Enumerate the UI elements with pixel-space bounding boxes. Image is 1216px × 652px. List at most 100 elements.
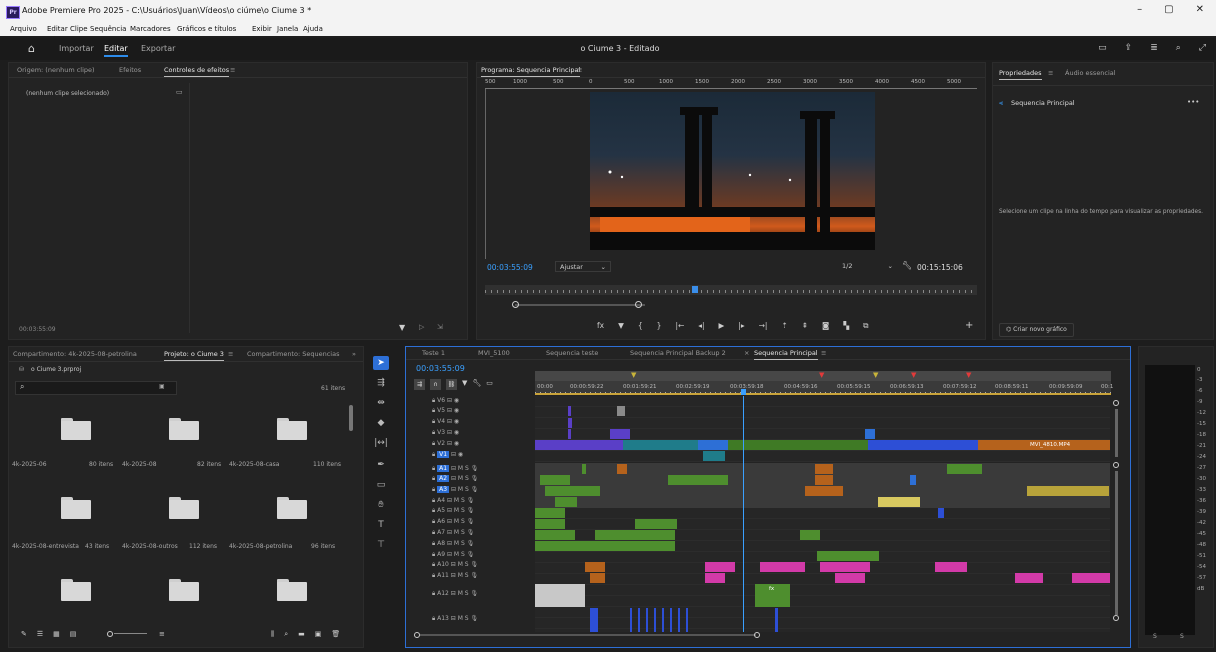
captions-icon[interactable]: ▭ <box>486 379 493 390</box>
audio-clip[interactable] <box>535 519 565 529</box>
find-icon[interactable]: ⌕ <box>284 630 288 639</box>
audio-clip[interactable] <box>540 475 570 485</box>
tab-program[interactable]: Programa: Sequencia Principal <box>481 66 581 77</box>
sort-icon[interactable]: ≡ <box>159 630 165 638</box>
zoom-scroll-bar[interactable] <box>485 301 665 309</box>
audio-clip[interactable] <box>835 573 865 583</box>
program-timecode[interactable]: 00:03:55:09 <box>487 263 533 272</box>
audio-clip[interactable] <box>595 530 675 540</box>
maximize-button[interactable]: ▢ <box>1164 4 1173 15</box>
audio-clip[interactable] <box>705 562 735 572</box>
nest-icon[interactable]: ⇶ <box>414 379 425 390</box>
compare-icon[interactable]: ▚ <box>843 321 849 331</box>
menu-exibir[interactable]: Exibir <box>252 25 272 33</box>
close-tab-icon[interactable]: × <box>744 349 749 357</box>
vertical-zoom-handle[interactable] <box>1113 615 1119 621</box>
audio-clip[interactable] <box>817 551 879 561</box>
track-header-a9[interactable]: 🔒︎ A9 ⊟ M S 🎙︎ <box>408 551 535 559</box>
audio-clip[interactable] <box>1072 573 1110 583</box>
track-header-a11[interactable]: 🔒︎ A11 ⊟ M S 🎙︎ <box>408 572 535 580</box>
audio-clip[interactable] <box>1027 486 1109 496</box>
new-graphic-button[interactable]: ⌬ Criar novo gráfico <box>999 323 1074 337</box>
folder-icon[interactable] <box>61 497 91 519</box>
icon-view-icon[interactable]: ▦ <box>53 630 60 638</box>
play-audio-icon[interactable]: ▷ <box>419 323 424 331</box>
tab-source[interactable]: Origem: (nenhum clipe) <box>17 66 95 74</box>
captions-tool-icon[interactable]: ⊤ <box>373 538 389 552</box>
add-marker-icon[interactable]: ▼ <box>618 321 624 331</box>
wrench-icon[interactable]: 🔧︎ <box>472 379 481 390</box>
audio-clip[interactable] <box>1015 573 1043 583</box>
timeline-menu-icon[interactable]: ≡ <box>821 349 826 357</box>
track-header-a6[interactable]: 🔒︎ A6 ⊟ M S 🎙︎ <box>408 518 535 526</box>
selection-tool-icon[interactable]: ➤ <box>373 356 389 370</box>
track-header-a4[interactable]: 🔒︎ A4 ⊟ M S 🎙︎ <box>408 497 535 505</box>
play-icon[interactable]: ▶ <box>719 321 725 331</box>
playback-scrub-bar[interactable] <box>485 285 977 295</box>
settings-wrench-icon[interactable]: 🔧︎ <box>902 261 912 270</box>
menu-arquivo[interactable]: Arquivo <box>10 25 37 33</box>
freeform-view-icon[interactable]: ▤ <box>70 630 77 638</box>
sequence-marker-icon[interactable]: ▼ <box>631 371 636 379</box>
trash-icon[interactable]: 🗑︎ <box>331 630 340 639</box>
video-clip[interactable] <box>703 451 725 461</box>
audio-clip[interactable] <box>820 562 870 572</box>
audio-clip[interactable] <box>935 562 967 572</box>
solo-right-button[interactable]: S <box>1180 633 1184 640</box>
ripple-edit-tool-icon[interactable]: ⇹ <box>373 396 389 410</box>
tab-sequencia-principal[interactable]: Sequencia Principal <box>754 349 818 360</box>
video-clip[interactable] <box>568 418 572 428</box>
share-icon[interactable]: ⇪ <box>1125 43 1133 53</box>
tab-teste-1[interactable]: Teste 1 <box>422 349 445 357</box>
sequence-marker-icon[interactable]: ▼ <box>819 371 824 379</box>
tab-effects[interactable]: Efeitos <box>119 66 141 74</box>
pen-tool-icon[interactable]: ✒ <box>373 458 389 472</box>
zoom-slider[interactable] <box>107 631 147 637</box>
tab-effect-controls[interactable]: Controles de efeitos <box>164 66 230 77</box>
folder-icon[interactable] <box>169 579 199 601</box>
more-tabs-icon[interactable]: » <box>352 350 356 358</box>
project-menu-icon[interactable]: ≡ <box>228 350 233 358</box>
track-header-a7[interactable]: 🔒︎ A7 ⊟ M S 🎙︎ <box>408 529 535 537</box>
playhead-marker[interactable] <box>691 286 698 293</box>
extract-icon[interactable]: ⇞ <box>802 321 808 331</box>
video-clip[interactable] <box>978 440 1016 450</box>
video-clip[interactable] <box>535 440 623 450</box>
video-clip[interactable] <box>728 440 868 450</box>
menu-clipe[interactable]: Clipe <box>70 25 88 33</box>
audio-clip[interactable] <box>555 497 577 507</box>
list-view-icon[interactable]: ☰ <box>37 630 43 638</box>
fullscreen-icon[interactable]: ⤢ <box>1199 43 1206 53</box>
menu-graficos[interactable]: Gráficos e títulos <box>177 25 236 33</box>
folder-icon[interactable] <box>277 579 307 601</box>
track-select-tool-icon[interactable]: ⇶ <box>373 376 389 390</box>
tab-project[interactable]: Projeto: o Ciume 3 <box>164 350 224 361</box>
new-bin-icon[interactable]: ▣ <box>159 383 165 390</box>
audio-clip[interactable] <box>910 475 916 485</box>
panel-menu-icon[interactable]: ≡ <box>230 66 235 74</box>
tab-bin-petrolina[interactable]: Compartimento: 4k-2025-08-petrolina <box>13 350 137 358</box>
video-frame[interactable] <box>590 92 875 250</box>
video-clip[interactable] <box>617 406 625 416</box>
sequence-marker-icon[interactable]: ▼ <box>911 371 916 379</box>
new-item-icon[interactable]: ▣ <box>315 630 322 639</box>
track-header-a12[interactable]: 🔒︎ A12 ⊟ M S 🎙︎ <box>408 590 535 598</box>
fit-dropdown[interactable]: Ajustar ⌄ <box>555 261 611 272</box>
track-header-v2[interactable]: 🔒︎ V2 ⊟ ◉ <box>408 440 535 448</box>
lift-icon[interactable]: ⇡ <box>781 321 787 331</box>
vertical-zoom-handle[interactable] <box>1113 462 1119 468</box>
progress-icon[interactable]: ≣ <box>1150 43 1158 53</box>
mark-out-icon[interactable]: } <box>657 321 662 331</box>
new-bin-icon[interactable]: ▬ <box>298 630 305 639</box>
video-clip[interactable] <box>868 440 978 450</box>
timeline-ruler[interactable]: 00:00 00:00:59:22 00:01:59:21 00:02:59:1… <box>535 371 1113 395</box>
video-clip[interactable] <box>623 440 698 450</box>
audio-clip[interactable] <box>760 562 805 572</box>
step-forward-icon[interactable]: |▸ <box>738 321 744 331</box>
go-to-in-icon[interactable]: |← <box>675 321 684 331</box>
audio-clip[interactable] <box>535 541 675 551</box>
audio-clip[interactable] <box>617 464 627 474</box>
tab-essential-audio[interactable]: Áudio essencial <box>1065 69 1116 77</box>
audio-clip[interactable] <box>585 562 605 572</box>
track-header-a5[interactable]: 🔒︎ A5 ⊟ M S 🎙︎ <box>408 507 535 515</box>
